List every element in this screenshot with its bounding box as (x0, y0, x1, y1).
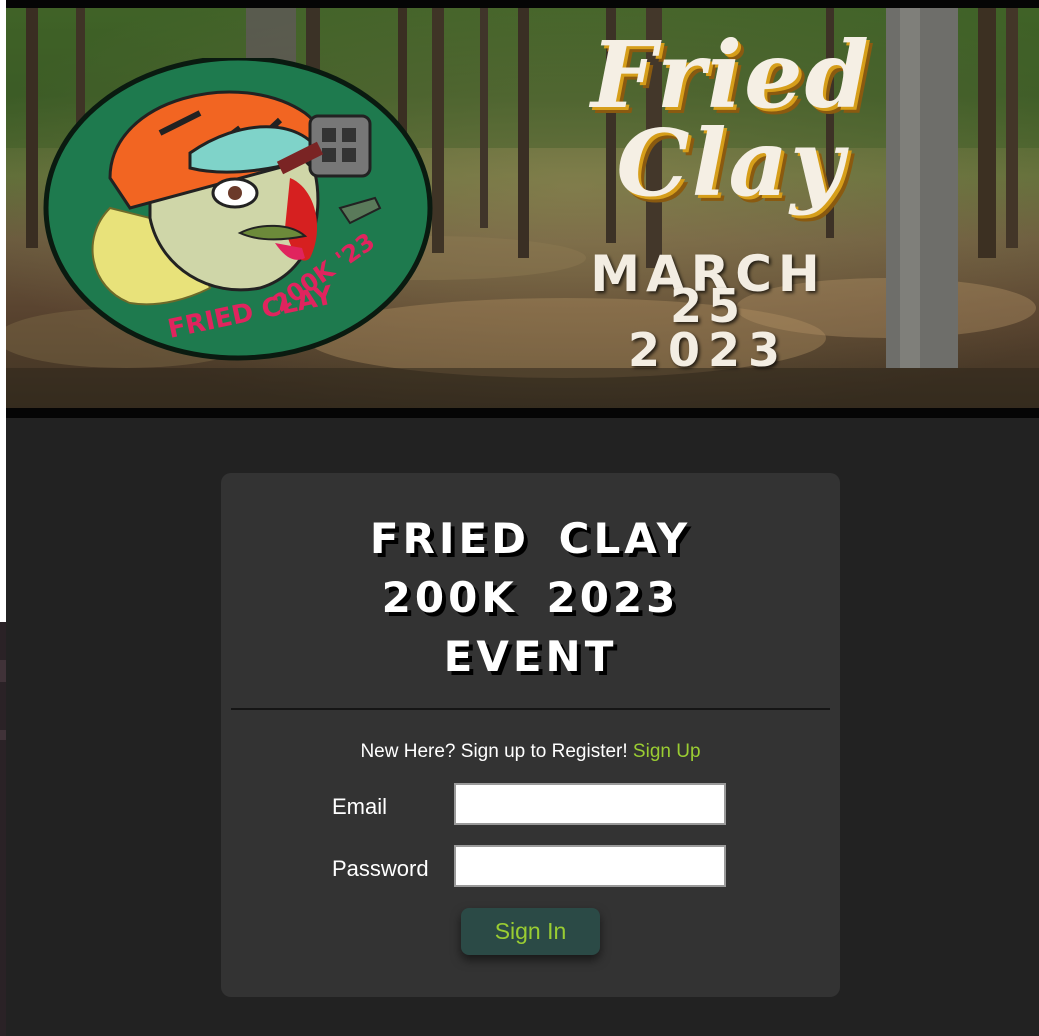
banner-title: Fried Clay (496, 28, 966, 210)
banner-title-line-1: Fried (591, 21, 871, 129)
password-label: Password (332, 856, 429, 881)
email-field[interactable] (454, 783, 726, 825)
password-field[interactable] (454, 845, 726, 887)
forest-background: 200K '23 FRIED CLAY Fried Clay (6, 8, 1039, 408)
login-card: FRIED CLAY 200K 2023 EVENT New Here? Sig… (221, 473, 840, 997)
event-banner: 200K '23 FRIED CLAY Fried Clay MARCH 25 … (6, 0, 1039, 418)
email-label: Email (332, 794, 388, 819)
signup-link[interactable]: Sign Up (633, 741, 701, 762)
card-divider (231, 708, 830, 710)
event-title-line: FRIED CLAY (369, 514, 692, 563)
event-page: 200K '23 FRIED CLAY Fried Clay MARCH 25 … (6, 0, 1039, 1036)
event-title: FRIED CLAY 200K 2023 EVENT (221, 509, 840, 686)
event-date-year: 2023 (627, 323, 789, 377)
event-title-line: EVENT (443, 632, 618, 681)
signup-prompt-text: New Here? Sign up to Register! (360, 741, 628, 762)
fried-clay-logo: 200K '23 FRIED CLAY (43, 58, 433, 361)
event-date: MARCH 25 2023 (558, 248, 858, 374)
sign-in-button[interactable]: Sign In (461, 908, 600, 955)
signup-prompt-row: New Here? Sign up to Register! Sign Up (221, 741, 840, 763)
banner-title-line-2: Clay (616, 109, 846, 217)
event-title-line: 200K 2023 (381, 573, 680, 622)
